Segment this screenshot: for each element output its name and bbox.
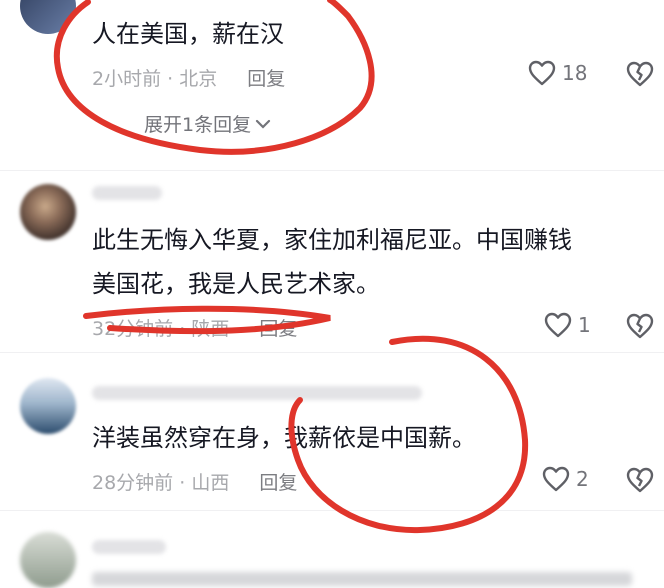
avatar[interactable] <box>20 184 76 240</box>
comment-text: 洋装虽然穿在身，我薪依是中国薪。 <box>92 416 476 460</box>
comment-item <box>0 514 664 588</box>
comment-meta: 2小时前 · 北京 回复 <box>92 64 285 91</box>
username-redacted <box>92 186 162 200</box>
comment-location: 山西 <box>191 472 230 494</box>
meta-dot: · <box>167 68 174 90</box>
heart-outline-icon <box>528 60 556 86</box>
like-button[interactable]: 1 <box>544 312 591 338</box>
comment-item: 洋装虽然穿在身，我薪依是中国薪。 28分钟前 · 山西 回复 2 <box>0 356 664 504</box>
comment-meta: 32分钟前 · 陕西 回复 <box>92 314 297 341</box>
like-button[interactable]: 18 <box>528 60 587 86</box>
avatar[interactable] <box>20 378 76 434</box>
comment-meta: 28分钟前 · 山西 回复 <box>92 468 297 495</box>
reply-button[interactable]: 回复 <box>259 318 297 340</box>
avatar[interactable] <box>20 0 76 34</box>
heart-outline-icon <box>544 312 572 338</box>
comment-text: 此生无悔入华夏，家住加利福尼亚。中国赚钱 美国花，我是人民艺术家。 <box>92 218 572 306</box>
comment-text-blurred <box>92 572 632 586</box>
broken-heart-icon <box>626 467 654 493</box>
username-redacted <box>92 386 422 400</box>
meta-dot: · <box>179 472 186 494</box>
reply-button[interactable]: 回复 <box>247 68 285 90</box>
comment-time: 2小时前 <box>92 68 162 90</box>
username-redacted <box>92 540 166 554</box>
comment-text: 人在美国，薪在汉 <box>92 12 284 56</box>
reply-button[interactable]: 回复 <box>259 472 297 494</box>
comment-line: 洋装虽然穿在身，我薪依是中国薪。 <box>92 424 476 452</box>
dislike-button[interactable] <box>626 313 654 339</box>
comment-time: 28分钟前 <box>92 472 174 494</box>
divider <box>0 510 664 511</box>
divider <box>0 170 664 171</box>
like-count: 2 <box>576 467 589 491</box>
dislike-button[interactable] <box>626 467 654 493</box>
expand-label: 展开1条回复 <box>144 114 252 136</box>
like-button[interactable]: 2 <box>542 466 589 492</box>
like-count: 1 <box>578 313 591 337</box>
chevron-down-icon <box>255 113 271 135</box>
comment-item: 此生无悔入华夏，家住加利福尼亚。中国赚钱 美国花，我是人民艺术家。 32分钟前 … <box>0 172 664 348</box>
heart-outline-icon <box>542 466 570 492</box>
comment-line: 人在美国，薪在汉 <box>92 20 284 48</box>
meta-dot: · <box>179 318 186 340</box>
comment-time: 32分钟前 <box>92 318 174 340</box>
broken-heart-icon <box>626 61 654 87</box>
comment-line: 此生无悔入华夏，家住加利福尼亚。中国赚钱 <box>92 226 572 254</box>
dislike-button[interactable] <box>626 61 654 87</box>
expand-replies-button[interactable]: 展开1条回复 <box>144 110 271 137</box>
divider <box>0 352 664 353</box>
like-count: 18 <box>562 61 588 85</box>
comment-location: 北京 <box>179 68 218 90</box>
comment-item: 人在美国，薪在汉 2小时前 · 北京 回复 18 展开1条回复 <box>0 0 664 160</box>
comment-line: 美国花，我是人民艺术家。 <box>92 270 380 298</box>
comment-location: 陕西 <box>191 318 230 340</box>
broken-heart-icon <box>626 313 654 339</box>
